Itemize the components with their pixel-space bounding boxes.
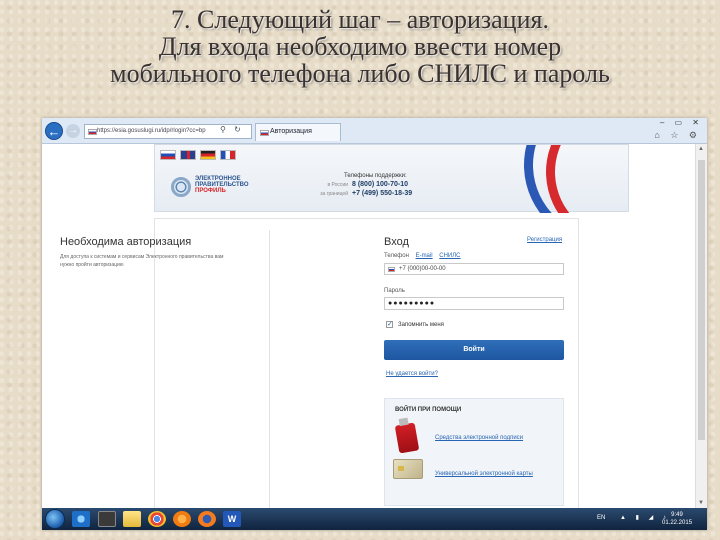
site-flag-icon	[88, 129, 97, 135]
taskbar: W EN ▲ ▮ ◢ ♪ 9:49 01.22.2015	[42, 508, 707, 530]
remember-checkbox[interactable]: ✓	[386, 321, 393, 328]
tab-flag-icon	[260, 130, 269, 136]
slide-title: 7. Следующий шаг – авторизация. Для вход…	[0, 6, 720, 87]
folder-icon[interactable]	[123, 511, 141, 527]
phone-input-value: +7 (000)00-00-00	[399, 266, 446, 272]
support-abroad-number: +7 (499) 550-18-39	[352, 190, 413, 197]
word-icon[interactable]: W	[223, 511, 241, 527]
address-actions-icon[interactable]: ⚲ ↻	[220, 125, 244, 134]
tab-snils[interactable]: СНИЛС	[439, 253, 460, 259]
slide-title-line1: 7. Следующий шаг – авторизация.	[171, 5, 549, 34]
usb-token-icon	[394, 422, 420, 454]
clock-time: 9:49	[671, 512, 683, 518]
vertical-scrollbar[interactable]: ▲ ▼	[695, 144, 707, 508]
panel-divider	[269, 230, 270, 518]
opera-icon[interactable]	[173, 511, 191, 527]
support-title: Телефоны поддержки:	[344, 173, 407, 179]
smart-card-icon	[393, 459, 423, 479]
phone-input[interactable]: +7 (000)00-00-00	[384, 263, 564, 275]
register-link[interactable]: Регистрация	[527, 237, 562, 243]
tab-email[interactable]: E-mail	[416, 253, 433, 259]
support-abroad-label: за границей	[320, 191, 348, 197]
clock[interactable]: 9:49 01.22.2015	[662, 511, 692, 527]
media-player-icon[interactable]	[98, 511, 116, 527]
scroll-up-icon[interactable]: ▲	[698, 146, 704, 152]
lang-de-flag-icon[interactable]	[200, 150, 216, 160]
password-input[interactable]: ●●●●●●●●●	[384, 297, 564, 310]
browser-screenshot: ← → https://esia.gosuslugi.ru/idp/rlogin…	[42, 118, 707, 530]
ie-icon[interactable]	[72, 511, 90, 527]
address-text: https://esia.gosuslugi.ru/idp/rlogin?cc=…	[97, 128, 206, 134]
chrome-icon[interactable]	[148, 511, 166, 527]
alt-login-card-link[interactable]: Универсальной электронной карты	[435, 471, 533, 477]
browser-toolbar: ← → https://esia.gosuslugi.ru/idp/rlogin…	[42, 118, 707, 144]
support-russia-number: 8 (800) 100-70-10	[352, 181, 409, 188]
login-button[interactable]: Войти	[384, 340, 564, 360]
scroll-down-icon[interactable]: ▼	[698, 500, 704, 506]
slide-title-line2: Для входа необходимо ввести номер	[158, 32, 562, 61]
support-russia-label: в России	[327, 182, 348, 188]
password-label: Пароль	[384, 288, 405, 294]
lang-fr-flag-icon[interactable]	[220, 150, 236, 160]
remember-me[interactable]: ✓ Запомнить меня	[386, 321, 444, 328]
start-button-icon[interactable]	[45, 509, 65, 529]
phone-country-flag-icon	[388, 267, 395, 272]
forward-button[interactable]: →	[66, 124, 80, 138]
back-button[interactable]: ←	[45, 122, 63, 140]
scroll-thumb[interactable]	[698, 160, 705, 440]
auth-required-description: Для доступа к системам и сервисам Электр…	[60, 254, 224, 268]
slide-title-line3: мобильного телефона либо СНИЛС и пароль	[110, 59, 610, 88]
tab-authorization[interactable]: Авторизация	[255, 123, 341, 141]
forgot-link[interactable]: Не удается войти?	[386, 371, 438, 377]
gov-logo-icon[interactable]	[171, 177, 191, 197]
alt-login-box: ВОЙТИ ПРИ ПОМОЩИ Средства электронной по…	[384, 398, 564, 506]
login-title: Вход	[384, 236, 409, 248]
lang-en-flag-icon[interactable]	[180, 150, 196, 160]
tab-phone[interactable]: Телефон	[384, 253, 409, 259]
gov-logo-text[interactable]: ЭЛЕКТРОННОЕ ПРАВИТЕЛЬСТВО ПРОФИЛЬ	[195, 176, 255, 194]
tab-title: Авторизация	[270, 128, 312, 135]
clock-date: 01.22.2015	[662, 520, 693, 526]
alt-login-esign-link[interactable]: Средства электронной подписи	[435, 435, 523, 441]
language-indicator[interactable]: EN	[597, 515, 605, 521]
window-controls[interactable]: ‒ ▭ ✕	[660, 118, 703, 127]
login-method-tabs: Телефон E-mail СНИЛС	[384, 253, 466, 259]
firefox-icon[interactable]	[198, 511, 216, 527]
auth-required-title: Необходима авторизация	[60, 236, 192, 248]
alt-login-title: ВОЙТИ ПРИ ПОМОЩИ	[395, 407, 462, 413]
logo-line3: ПРОФИЛЬ	[195, 188, 226, 194]
page-header: ЭЛЕКТРОННОЕ ПРАВИТЕЛЬСТВО ПРОФИЛЬ Телефо…	[154, 144, 629, 213]
lang-ru-flag-icon[interactable]	[160, 150, 176, 160]
flag-swoosh-decoration	[504, 145, 629, 213]
browser-tools-icons[interactable]: ⌂ ☆ ⚙	[654, 130, 701, 141]
remember-label: Запомнить меня	[398, 322, 444, 329]
